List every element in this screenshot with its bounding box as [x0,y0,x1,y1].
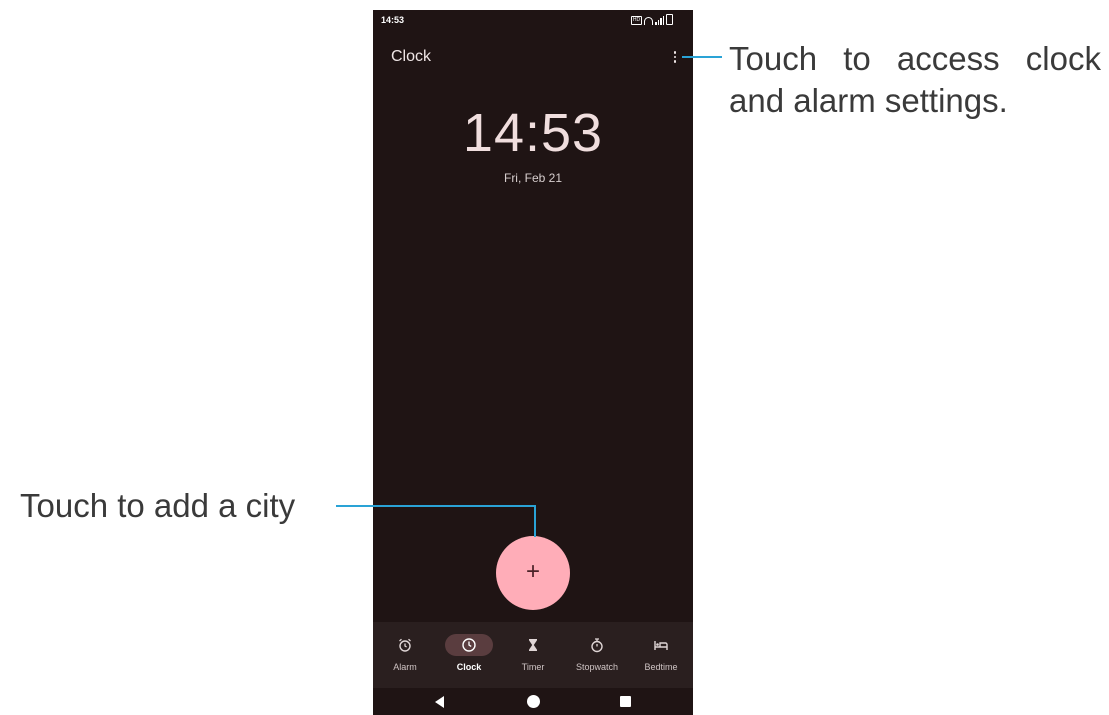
tab-stopwatch-label: Stopwatch [575,662,619,672]
home-icon[interactable] [527,695,540,708]
tab-bedtime-label: Bedtime [644,662,678,672]
tab-bedtime[interactable]: Bedtime [629,632,693,682]
back-icon[interactable] [435,696,444,708]
bed-icon [641,634,681,656]
stopwatch-icon [577,634,617,656]
add-city-button[interactable]: + [496,536,570,610]
signal-icon [655,16,664,25]
hourglass-icon [513,634,553,656]
add-city-callout-line-vertical [534,505,536,537]
tab-alarm-label: Alarm [393,662,417,672]
tab-timer-label: Timer [521,662,545,672]
wifi-icon [644,17,653,25]
settings-callout-line [682,56,722,58]
hd-icon: HD [631,16,642,25]
alarm-icon [385,634,425,656]
app-title: Clock [391,48,432,65]
clock-icon [445,634,493,656]
recents-icon[interactable] [620,696,631,707]
status-icons: HD [631,14,673,25]
add-city-callout-line-horizontal [336,505,535,507]
bottom-navigation: Alarm Clock Timer Stopwatch Bedtime [373,622,693,688]
system-navigation [373,688,693,715]
settings-callout-text: Touch to access clock and alarm settings… [729,40,1101,119]
add-city-callout-text: Touch to add a city [20,487,296,524]
status-time: 14:53 [381,15,405,25]
tab-stopwatch[interactable]: Stopwatch [565,632,629,682]
tab-clock[interactable]: Clock [437,632,501,682]
current-time: 14:53 [462,103,604,163]
current-date: Fri, Feb 21 [503,171,563,185]
battery-icon [666,14,673,25]
tab-clock-label: Clock [456,662,482,672]
tab-alarm[interactable]: Alarm [373,632,437,682]
more-vert-icon[interactable] [669,48,681,66]
tab-timer[interactable]: Timer [501,632,565,682]
phone-screen: 14:53 HD Clock 14:53 Fri, Feb 21 + Alarm… [373,10,693,715]
status-bar: 14:53 HD [373,10,693,32]
